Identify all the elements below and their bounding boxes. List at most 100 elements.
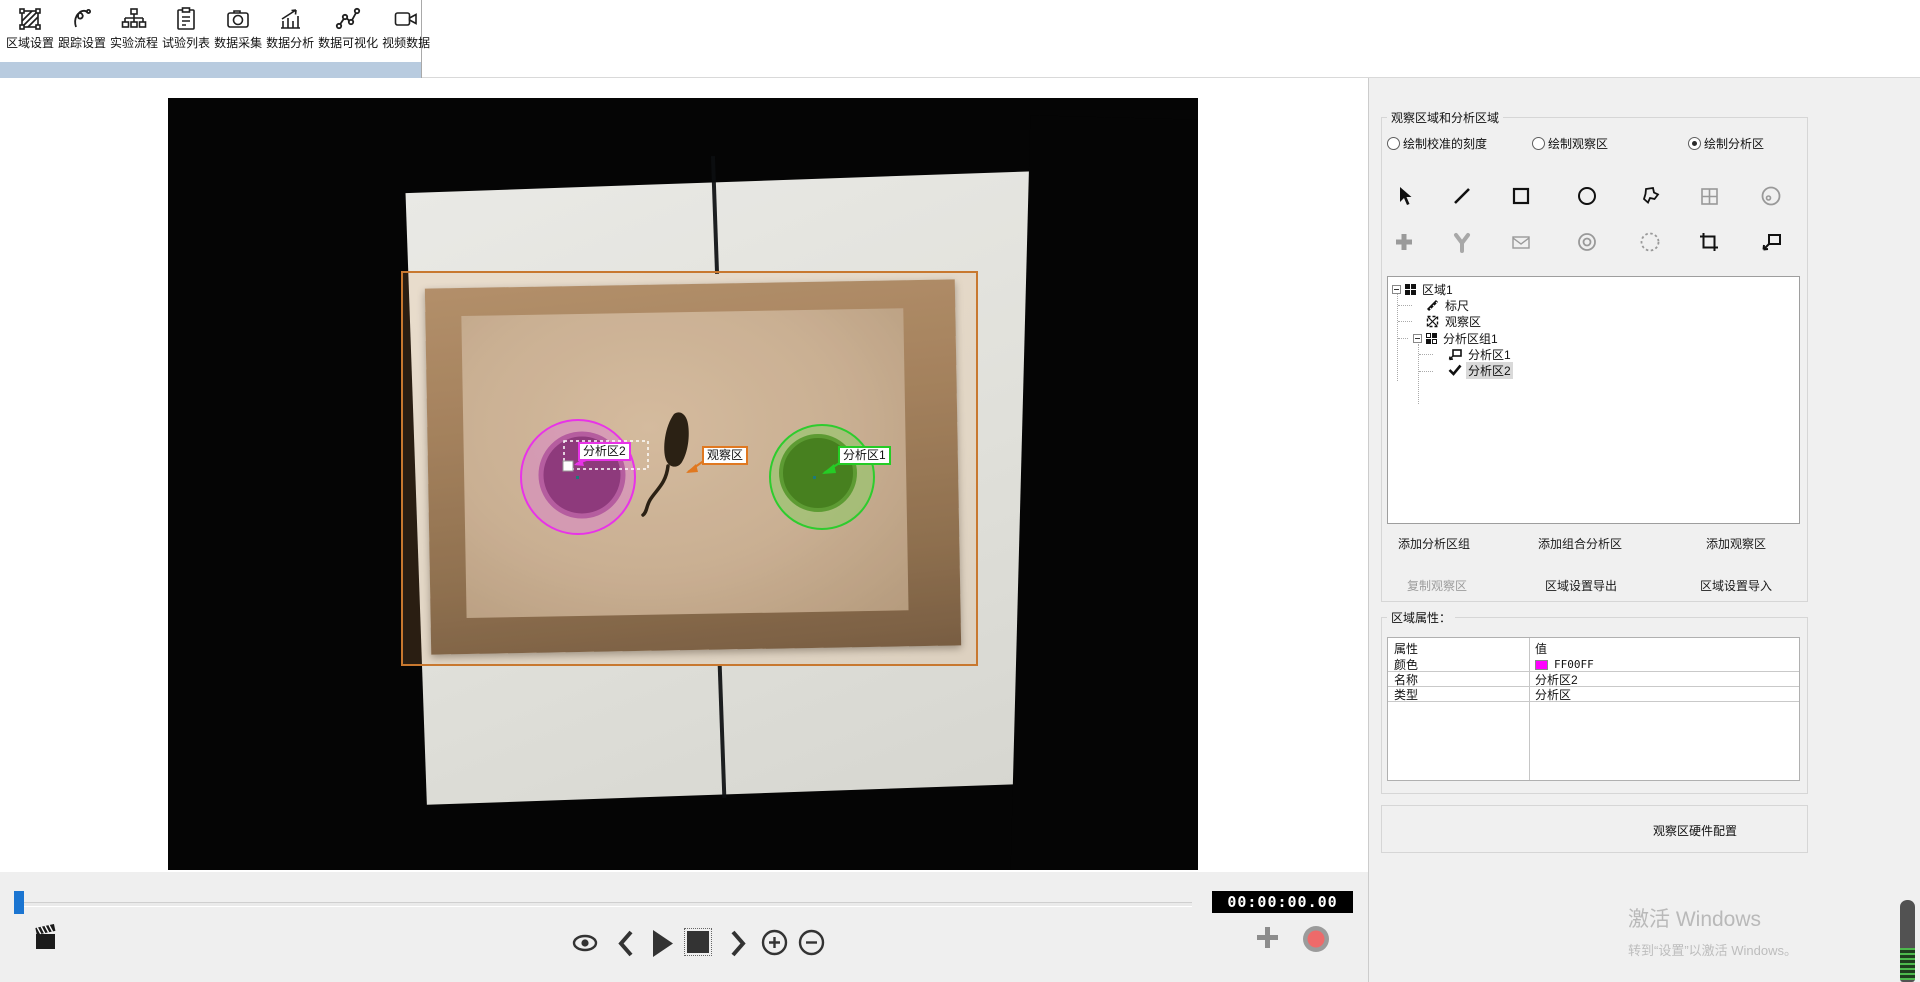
analysis-region-2-shape[interactable]	[521, 420, 635, 534]
tracking-settings-icon	[69, 6, 95, 32]
properties-groupbox-title: 区域属性：	[1387, 609, 1455, 626]
export-region-settings-button[interactable]: 区域设置导出	[1545, 577, 1617, 594]
timeline-slider[interactable]	[20, 902, 1192, 907]
region-label-analysis1[interactable]: 分析区1	[838, 446, 891, 465]
analysis-region-1-shape[interactable]	[770, 425, 874, 529]
import-region-settings-button[interactable]: 区域设置导入	[1700, 577, 1772, 594]
property-row-type[interactable]: 类型 分析区	[1388, 687, 1799, 702]
regions-groupbox-title: 观察区域和分析区域	[1387, 109, 1503, 126]
timecode-display: 00:00:00.00	[1212, 891, 1353, 913]
copy-observe-region-button[interactable]: 复制观察区	[1407, 577, 1467, 594]
filmstrip-icon[interactable]	[34, 922, 58, 957]
data-acquisition-icon	[225, 6, 251, 32]
properties-table[interactable]: 属性 值 颜色 FF00FF 名称 分析区2 类型 分析区	[1387, 637, 1800, 781]
region-label-observe[interactable]: 观察区	[702, 446, 748, 465]
tree-item-label: 观察区	[1443, 313, 1483, 330]
tree-item-analysis2[interactable]: 分析区2	[1448, 362, 1513, 378]
collapse-icon[interactable]	[1392, 285, 1401, 294]
tree-item-label: 分析区1	[1466, 346, 1513, 363]
toolbar-item-tracking-settings[interactable]: 跟踪设置	[56, 4, 108, 51]
tool-dotted-circle[interactable]	[1637, 229, 1663, 255]
toolbar-item-data-visualization[interactable]: 数据可视化	[316, 4, 380, 51]
region-annotations-overlay	[168, 98, 1198, 870]
stop-button[interactable]	[687, 931, 709, 953]
tool-crop[interactable]	[1696, 229, 1722, 255]
tree-item-label: 区域1	[1420, 281, 1455, 298]
radio-label: 绘制观察区	[1548, 135, 1608, 152]
tool-circle[interactable]	[1574, 183, 1600, 209]
step-back-button[interactable]	[616, 930, 636, 960]
tool-callout[interactable]	[1758, 229, 1784, 255]
watermark-line2: 转到“设置”以激活 Windows。	[1628, 940, 1797, 959]
tree-item-label: 分析区组1	[1441, 330, 1500, 347]
timeline-thumb[interactable]	[14, 891, 24, 914]
tree-item-analysis1[interactable]: 分析区1	[1448, 346, 1513, 362]
toolbar-item-label: 视频数据	[382, 34, 430, 51]
toolbar-item-data-analysis[interactable]: 数据分析	[264, 4, 316, 51]
toolbar-item-experiment-flow[interactable]: 实验流程	[108, 4, 160, 51]
region-label-analysis2[interactable]: 分析区2	[578, 442, 631, 461]
observe-region-icon	[1426, 315, 1439, 328]
radio-draw-analysis-region[interactable]: 绘制分析区	[1688, 135, 1764, 152]
collapse-icon[interactable]	[1413, 334, 1422, 343]
header-attribute: 属性	[1388, 640, 1529, 657]
toolbar-highlight-strip	[0, 62, 421, 78]
windows-activation-watermark: 激活 Windows 转到“设置”以激活 Windows。	[1628, 903, 1797, 959]
radio-label: 绘制校准的刻度	[1403, 135, 1487, 152]
tree-item-region1[interactable]: 区域1	[1392, 281, 1455, 297]
video-data-icon	[393, 6, 419, 32]
scrollbar-stripes-decoration	[1900, 948, 1915, 980]
color-swatch	[1535, 660, 1548, 670]
tool-polygon[interactable]	[1637, 183, 1663, 209]
tool-rectangle[interactable]	[1508, 183, 1534, 209]
property-value: 分析区	[1529, 686, 1571, 703]
tree-item-ruler[interactable]: 标尺	[1426, 297, 1471, 313]
toolbar-item-trial-list[interactable]: 试验列表	[160, 4, 212, 51]
add-marker-button[interactable]	[1254, 924, 1281, 954]
tree-item-label: 标尺	[1443, 297, 1471, 314]
toolbar-group: 区域设置 跟踪设置 实验流程 试验列表 数据采集	[0, 0, 422, 78]
toolbar-item-video-data[interactable]: 视频数据	[380, 4, 432, 51]
zoom-out-button[interactable]	[798, 929, 825, 959]
play-button[interactable]	[651, 929, 674, 961]
tree-item-analysis-group1[interactable]: 分析区组1	[1413, 330, 1500, 346]
add-analysis-group-button[interactable]: 添加分析区组	[1398, 535, 1470, 552]
toolbar-item-label: 试验列表	[162, 34, 210, 51]
app-window: 区域设置 跟踪设置 实验流程 试验列表 数据采集	[0, 0, 1920, 982]
video-viewport[interactable]: 分析区2 观察区 分析区1	[168, 98, 1198, 870]
property-value: FF00FF	[1529, 658, 1594, 671]
step-forward-button[interactable]	[728, 930, 748, 960]
tree-item-observe-region[interactable]: 观察区	[1426, 313, 1483, 329]
tool-y-maze[interactable]	[1449, 229, 1475, 255]
data-visualization-icon	[335, 6, 361, 32]
callout-icon	[1448, 348, 1462, 361]
zoom-in-button[interactable]	[761, 929, 788, 959]
region-tree[interactable]: 区域1 标尺 观察区 分析区组1 分析区1 分析区2	[1387, 276, 1800, 524]
toolbar-item-region-settings[interactable]: 区域设置	[4, 4, 56, 51]
record-button[interactable]	[1302, 925, 1330, 956]
main-toolbar: 区域设置 跟踪设置 实验流程 试验列表 数据采集	[0, 0, 1920, 78]
analysis-group-icon	[1426, 333, 1437, 344]
add-combined-analysis-button[interactable]: 添加组合分析区	[1538, 535, 1622, 552]
tool-envelope-region[interactable]	[1508, 229, 1534, 255]
tool-cursor[interactable]	[1391, 183, 1417, 209]
mouse-subject	[643, 412, 689, 515]
property-name: 类型	[1388, 686, 1529, 703]
region-settings-icon	[17, 6, 43, 32]
ruler-icon	[1426, 299, 1439, 312]
toolbar-item-label: 数据可视化	[318, 34, 378, 51]
tool-grid[interactable]	[1696, 183, 1722, 209]
tool-circle-with-dot[interactable]	[1758, 183, 1784, 209]
trial-list-icon	[173, 6, 199, 32]
radio-draw-calibration-scale[interactable]: 绘制校准的刻度	[1387, 135, 1487, 152]
observe-region-hardware-config-button[interactable]: 观察区硬件配置	[1381, 805, 1808, 853]
radio-draw-observe-region[interactable]: 绘制观察区	[1532, 135, 1608, 152]
toolbar-item-data-acquisition[interactable]: 数据采集	[212, 4, 264, 51]
tool-line[interactable]	[1449, 183, 1475, 209]
radio-circle-icon	[1387, 137, 1400, 150]
tool-cross-region[interactable]	[1391, 229, 1417, 255]
check-icon	[1448, 364, 1462, 376]
add-observe-region-button[interactable]: 添加观察区	[1706, 535, 1766, 552]
tool-concentric-circles[interactable]	[1574, 229, 1600, 255]
eye-button[interactable]	[572, 934, 598, 955]
